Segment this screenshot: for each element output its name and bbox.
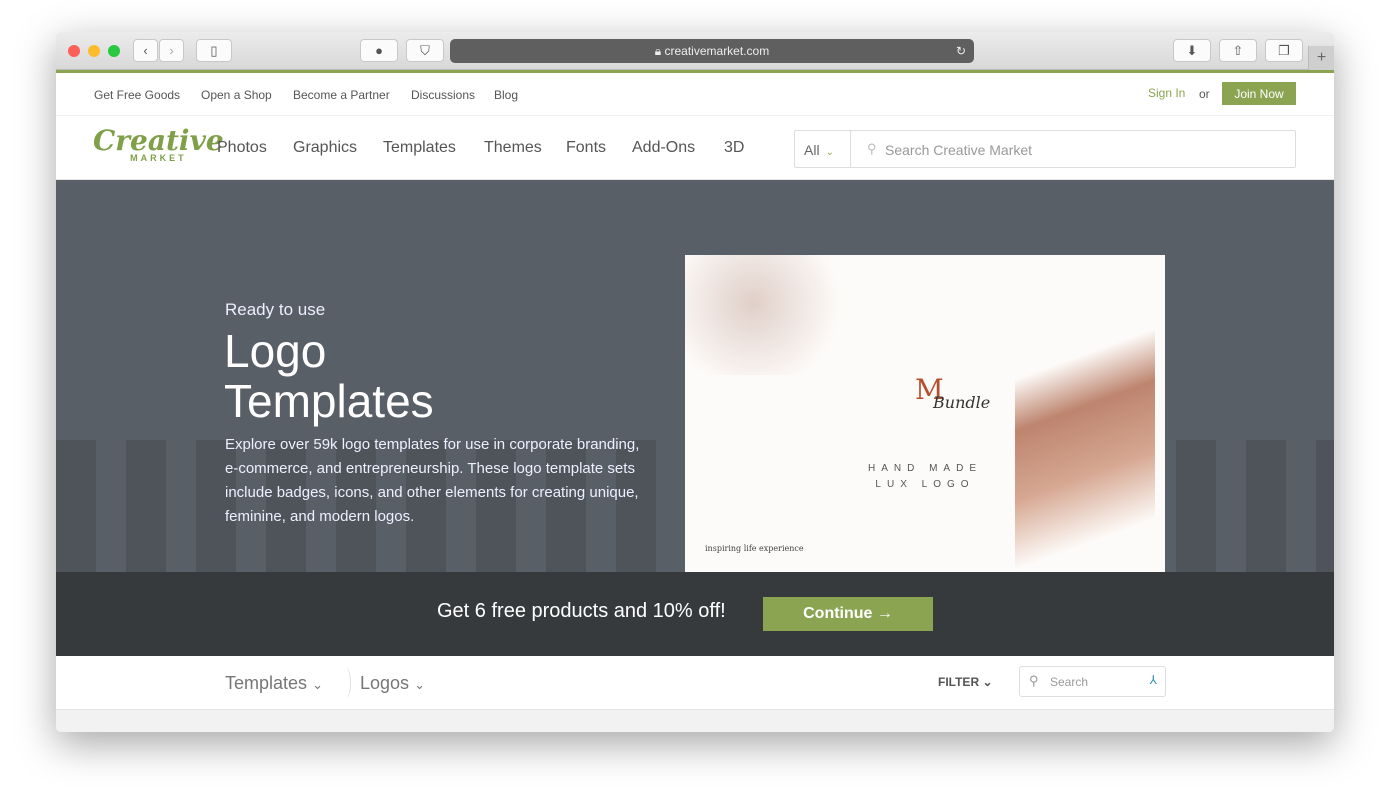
hero-subtitle: Ready to use [225, 300, 326, 319]
promo-banner: Get 6 free products and 10% off! Continu… [56, 572, 1334, 656]
filter-bar: Templates ⌄ Logos ⌄ FILTER ⌄ ⚲ Search ⅄ [56, 656, 1334, 710]
fashion-illustration [1015, 275, 1155, 572]
floral-illustration [685, 255, 855, 375]
search-bar: All ⌄ ⚲ Search Creative Market [794, 130, 1296, 168]
or-text: or [1199, 87, 1210, 101]
nav-photos[interactable]: Photos [217, 139, 267, 157]
link-become-a-partner[interactable]: Become a Partner [293, 88, 390, 102]
browser-toolbar: ‹ › ▯ ● ⛉ 🔒︎ creativemarket.com ↻ ⬇ ⇧ ❐ + [56, 32, 1334, 70]
download-icon[interactable]: ⬇ [1173, 39, 1211, 62]
close-window-button[interactable] [68, 45, 80, 57]
nav-templates[interactable]: Templates [383, 139, 456, 157]
lock-icon: 🔒︎ [654, 43, 665, 58]
top-links: Get Free Goods Open a Shop Become a Part… [56, 73, 1334, 115]
search-icon: ⚲ [867, 141, 877, 156]
chevron-down-icon: ⌄ [414, 677, 425, 692]
filter-dropdown[interactable]: FILTER ⌄ [938, 675, 993, 689]
share-icon[interactable]: ⇧ [1219, 39, 1257, 62]
link-blog[interactable]: Blog [494, 88, 518, 102]
link-get-free-goods[interactable]: Get Free Goods [94, 88, 180, 102]
continue-button[interactable]: Continue → [763, 597, 933, 631]
breadcrumb-logos[interactable]: Logos ⌄ [360, 673, 425, 694]
creative-market-logo[interactable]: Creative MARKET [93, 124, 224, 163]
join-now-button[interactable]: Join Now [1222, 82, 1296, 105]
hero-title: Logo Templates [224, 325, 434, 427]
link-open-a-shop[interactable]: Open a Shop [201, 88, 272, 102]
grammarly-extension-icon[interactable]: ● [360, 39, 398, 62]
tabs-icon[interactable]: ❐ [1265, 39, 1303, 62]
tagline: inspiring life experience [705, 544, 804, 553]
script-text: Bundle [933, 393, 991, 412]
category-select[interactable]: All ⌄ [795, 131, 851, 167]
minimize-window-button[interactable] [88, 45, 100, 57]
nav-themes[interactable]: Themes [484, 139, 542, 157]
url-text: creativemarket.com [664, 44, 770, 58]
shield-extension-icon[interactable]: ⛉ [406, 39, 444, 62]
sign-in-link[interactable]: Sign In [1148, 86, 1185, 100]
nav-add-ons[interactable]: Add-Ons [632, 139, 695, 157]
chevron-down-icon: ⌄ [825, 147, 834, 158]
forward-button[interactable]: › [159, 39, 184, 62]
address-bar[interactable]: 🔒︎ creativemarket.com ↻ [450, 39, 974, 63]
back-button[interactable]: ‹ [133, 39, 158, 62]
maximize-window-button[interactable] [108, 45, 120, 57]
new-tab-button[interactable]: + [1308, 46, 1334, 70]
search-icon: ⚲ [1029, 673, 1039, 688]
reload-icon[interactable]: ↻ [956, 44, 966, 58]
main-nav: Creative MARKET Photos Graphics Templates… [56, 115, 1334, 180]
nav-graphics[interactable]: Graphics [293, 139, 357, 157]
link-discussions[interactable]: Discussions [411, 88, 475, 102]
filter-search-input[interactable]: ⚲ Search ⅄ [1019, 666, 1166, 697]
logo-caption: HAND MADE LUX LOGO [867, 463, 982, 490]
search-input[interactable]: Search Creative Market [885, 142, 1032, 158]
featured-product-image[interactable]: M Bundle HAND MADE LUX LOGO inspiring lif… [685, 255, 1165, 572]
chevron-down-icon: ⌄ [312, 677, 323, 692]
nav-3d[interactable]: 3D [724, 139, 744, 157]
breadcrumb-separator [341, 668, 351, 698]
hero: Ready to use Logo Templates Explore over … [56, 180, 1334, 572]
breadcrumb-templates[interactable]: Templates ⌄ [225, 673, 323, 694]
content-area [56, 710, 1334, 732]
sidebar-icon[interactable]: ▯ [196, 39, 232, 62]
browser-window: ‹ › ▯ ● ⛉ 🔒︎ creativemarket.com ↻ ⬇ ⇧ ❐ +… [56, 32, 1334, 732]
nav-fonts[interactable]: Fonts [566, 139, 606, 157]
promo-text: Get 6 free products and 10% off! [437, 600, 726, 622]
hero-description: Explore over 59k logo templates for use … [225, 436, 640, 525]
pin-icon: ⅄ [1149, 673, 1157, 687]
